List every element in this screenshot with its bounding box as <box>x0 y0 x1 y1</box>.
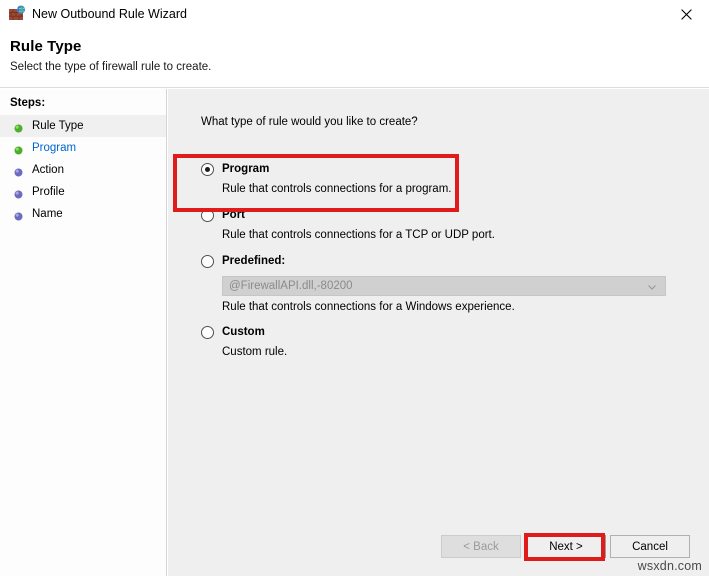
steps-list: Rule Type Program Acti <box>0 115 166 225</box>
back-button: < Back <box>441 535 521 558</box>
rule-type-radio-group: Program Rule that controls connections f… <box>201 162 681 362</box>
option-custom[interactable]: Custom Custom rule. <box>201 325 681 360</box>
step-bullet-icon <box>14 122 23 131</box>
option-predefined[interactable]: Predefined: @FirewallAPI.dll,-80200 Rule… <box>201 254 681 315</box>
option-description: Rule that controls connections for a pro… <box>222 182 681 197</box>
option-description: Rule that controls connections for a Win… <box>222 300 681 315</box>
question-text: What type of rule would you like to crea… <box>201 116 418 128</box>
title-bar: New Outbound Rule Wizard <box>0 0 709 28</box>
sidebar-item-program[interactable]: Program <box>0 137 166 159</box>
predefined-rule-dropdown[interactable]: @FirewallAPI.dll,-80200 <box>222 276 666 296</box>
step-bullet-icon <box>14 210 23 219</box>
option-description: Custom rule. <box>222 345 681 360</box>
main-content: What type of rule would you like to crea… <box>168 89 709 576</box>
radio-predefined[interactable] <box>201 255 214 268</box>
chevron-down-icon <box>647 281 657 291</box>
predefined-rule-value: @FirewallAPI.dll,-80200 <box>223 280 353 292</box>
option-program[interactable]: Program Rule that controls connections f… <box>201 162 681 197</box>
firewall-brick-globe-icon <box>8 5 26 23</box>
steps-sidebar: Steps: Rule Type Program <box>0 89 167 576</box>
page-subtitle: Select the type of firewall rule to crea… <box>10 61 211 73</box>
watermark: wsxdn.com <box>638 559 702 573</box>
sidebar-item-label: Name <box>32 207 63 221</box>
option-port[interactable]: Port Rule that controls connections for … <box>201 208 681 243</box>
radio-custom[interactable] <box>201 326 214 339</box>
sidebar-item-rule-type[interactable]: Rule Type <box>0 115 166 137</box>
wizard-window: New Outbound Rule Wizard Rule Type Selec… <box>0 0 709 576</box>
steps-label: Steps: <box>10 97 45 109</box>
step-bullet-icon <box>14 188 23 197</box>
sidebar-item-label: Profile <box>32 185 65 199</box>
next-button[interactable]: Next > <box>526 535 606 558</box>
step-bullet-icon <box>14 166 23 175</box>
page-title: Rule Type <box>10 38 81 55</box>
option-title: Port <box>222 208 245 223</box>
sidebar-item-name[interactable]: Name <box>0 203 166 225</box>
sidebar-item-label[interactable]: Program <box>32 141 76 155</box>
radio-program[interactable] <box>201 163 214 176</box>
radio-port[interactable] <box>201 209 214 222</box>
page-header: Rule Type Select the type of firewall ru… <box>0 28 709 88</box>
option-description: Rule that controls connections for a TCP… <box>222 228 681 243</box>
step-bullet-icon <box>14 144 23 153</box>
window-title: New Outbound Rule Wizard <box>32 5 187 23</box>
sidebar-item-action[interactable]: Action <box>0 159 166 181</box>
sidebar-item-profile[interactable]: Profile <box>0 181 166 203</box>
close-icon[interactable] <box>663 0 709 28</box>
sidebar-item-label: Action <box>32 163 64 177</box>
option-title: Program <box>222 162 269 177</box>
option-title: Predefined: <box>222 254 285 269</box>
sidebar-item-label: Rule Type <box>32 119 84 133</box>
cancel-button[interactable]: Cancel <box>610 535 690 558</box>
option-title: Custom <box>222 325 265 340</box>
